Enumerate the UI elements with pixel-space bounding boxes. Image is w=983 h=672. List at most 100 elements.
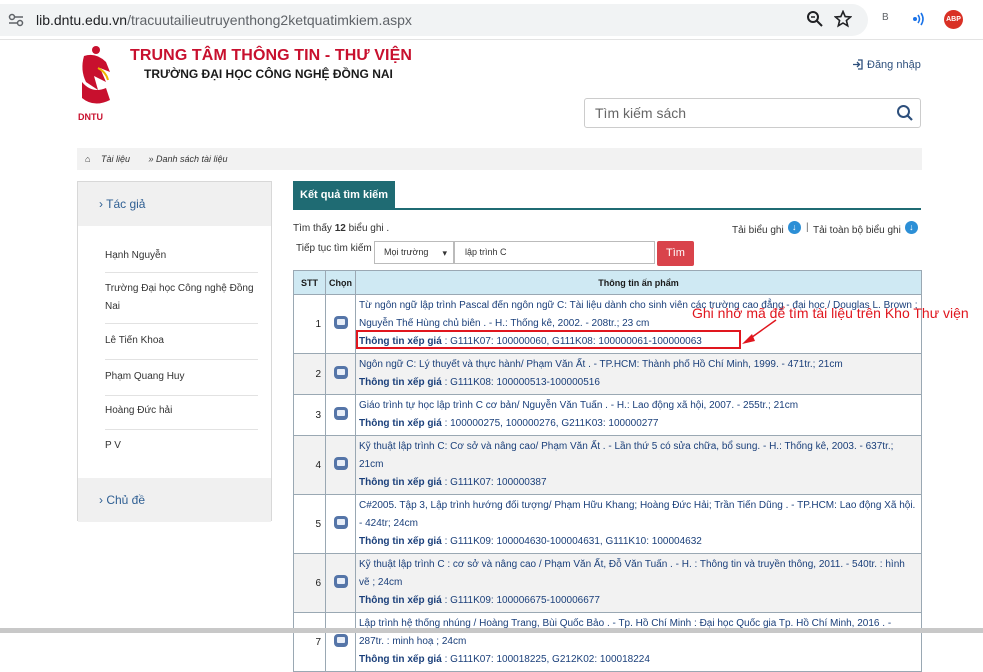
read-aloud-icon[interactable] [912,11,928,27]
row-select-cell [325,394,356,436]
book-select-icon[interactable] [333,575,348,588]
environment-select[interactable]: Mọi trường ▾ [374,241,454,264]
row-number: 7 [293,612,326,672]
book-search-box [584,98,921,128]
table-row: 2 Ngôn ngữ C: Lý thuyết và thực hành/ Ph… [293,353,922,395]
breadcrumb-home[interactable]: ⌂ Tài liệu [85,154,138,164]
shelf-info-value: : G111K09: 100006675-100006677 [444,595,600,606]
breadcrumb-current-label: Danh sách tài liệu [156,154,228,164]
keyword-input[interactable]: lập trình C [454,241,655,264]
publication-info: Lập trình hệ thống nhúng / Hoàng Trang, … [355,612,922,672]
annotation-arrow-icon [742,319,777,344]
publication-link[interactable]: Ngôn ngữ C: Lý thuyết và thực hành/ Phạm… [359,356,918,374]
download-icon[interactable]: ↓ [787,221,801,234]
find-button[interactable]: Tìm [657,241,694,266]
row-select-cell [325,553,356,613]
author-filter-heading[interactable]: › Tác giả [78,182,271,226]
download-all-records-link[interactable]: Tải toàn bộ biểu ghi ↓ [813,221,918,236]
shelf-info-label: Thông tin xếp giá [359,654,442,665]
publication-link[interactable]: C#2005. Tập 3, Lập trình hướng đối tượng… [359,497,918,533]
publication-info: Giáo trình tự học lập trình C cơ bản/ Ng… [355,394,922,436]
horizontal-scrollbar[interactable] [0,628,983,633]
annotation-text: Ghi nhớ mã để tìm tài liệu trên Kho Thư … [692,305,969,321]
book-select-icon[interactable] [333,634,348,647]
row-number: 1 [293,294,326,354]
shelf-info-label: Thông tin xếp giá [359,536,442,547]
zoom-icon[interactable] [806,10,824,28]
row-select-cell [325,353,356,395]
tab-search-results[interactable]: Kết quả tìm kiếm [293,181,396,209]
book-search-input[interactable] [595,105,885,121]
continue-search-label: Tiếp tục tìm kiếm : [296,243,378,254]
table-row: 6 Kỹ thuật lập trình C : cơ sở và nâng c… [293,553,922,613]
bookmark-star-icon[interactable] [834,10,852,28]
column-header-info: Thông tin ấn phẩm [355,270,922,295]
url-host: lib.dntu.edu.vn [36,12,128,28]
breadcrumb: ⌂ Tài liệu » Danh sách tài liệu [77,148,922,170]
publication-link[interactable]: Lập trình hệ thống nhúng / Hoàng Trang, … [359,615,918,651]
book-select-icon[interactable] [333,366,348,379]
book-select-icon[interactable] [333,407,348,420]
row-select-cell [325,612,356,672]
site-subtitle: TRƯỜNG ĐẠI HỌC CÔNG NGHỆ ĐỒNG NAI [144,67,393,81]
login-icon [853,59,863,70]
table-row: 7 Lập trình hệ thống nhúng / Hoàng Trang… [293,612,922,672]
shelf-info-label: Thông tin xếp giá [359,477,442,488]
breadcrumb-home-label: Tài liệu [100,154,130,164]
sidebar-item-author[interactable]: Phạm Quang Huy [105,368,258,396]
row-number: 4 [293,435,326,495]
url-text[interactable]: lib.dntu.edu.vn/tracuutailieutruyenthong… [36,12,412,28]
adblock-plus-icon[interactable]: ABP [944,10,963,29]
sidebar-item-author[interactable]: Hoàng Đức hải [105,402,258,430]
shelf-info-label: Thông tin xếp giá [359,418,442,429]
filter-sidebar: › Tác giả Hạnh Nguyễn Trường Đại học Côn… [77,181,272,522]
sidebar-item-author[interactable]: Lê Tiến Khoa [105,332,258,360]
topic-filter-heading[interactable]: › Chủ đề [78,478,271,522]
home-icon: ⌂ [85,154,91,164]
row-select-cell [325,294,356,354]
book-select-icon[interactable] [333,316,348,329]
extension-b-icon[interactable]: B [882,12,889,23]
browser-toolbar: lib.dntu.edu.vn/tracuutailieutruyenthong… [0,0,983,40]
publication-info: Kỹ thuật lập trình C : cơ sở và nâng cao… [355,553,922,613]
shelf-info: Thông tin xếp giá : G111K08: 100000513-1… [359,374,918,392]
link-separator: | [806,222,809,233]
result-count-prefix: Tìm thấy [293,223,332,234]
publication-link[interactable]: Kỹ thuật lập trình C: Cơ sở và nâng cao/… [359,438,918,474]
svg-text:DNTU: DNTU [78,112,103,122]
download-all-icon[interactable]: ↓ [904,221,918,234]
sidebar-item-author[interactable]: Trường Đại học Công nghệ Đồng Nai [105,280,258,324]
dntu-logo[interactable]: DNTU [76,42,118,124]
shelf-code-highlight-box [356,330,741,349]
download-records-link[interactable]: Tải biểu ghi ↓ [732,221,801,236]
site-settings-icon[interactable] [8,13,24,27]
table-header-row: STT Chọn Thông tin ấn phẩm [293,270,922,295]
table-row: 3 Giáo trình tự học lập trình C cơ bản/ … [293,394,922,436]
sidebar-item-author[interactable]: Hạnh Nguyễn [105,245,258,273]
breadcrumb-current[interactable]: » Danh sách tài liệu [148,154,235,164]
publication-link[interactable]: Giáo trình tự học lập trình C cơ bản/ Ng… [359,397,918,415]
column-header-select: Chọn [325,270,356,295]
column-header-stt: STT [293,270,326,295]
table-row: 5 C#2005. Tập 3, Lập trình hướng đối tượ… [293,494,922,554]
search-icon[interactable] [896,104,914,122]
publication-link[interactable]: Kỹ thuật lập trình C : cơ sở và nâng cao… [359,556,918,592]
row-number: 5 [293,494,326,554]
login-link[interactable]: Đăng nhập [852,59,921,71]
publication-info: Kỹ thuật lập trình C: Cơ sở và nâng cao/… [355,435,922,495]
shelf-info-value: : G111K07: 100000387 [444,477,547,488]
shelf-info: Thông tin xếp giá : G111K07: 100000387 [359,474,918,492]
row-select-cell [325,494,356,554]
shelf-info-label: Thông tin xếp giá [359,377,442,388]
table-row: 4 Kỹ thuật lập trình C: Cơ sở và nâng ca… [293,435,922,495]
shelf-info-value: : G111K08: 100000513-100000516 [444,377,600,388]
book-select-icon[interactable] [333,457,348,470]
download-records-label: Tải biểu ghi [732,225,784,236]
address-bar[interactable]: lib.dntu.edu.vn/tracuutailieutruyenthong… [0,4,868,36]
row-number: 6 [293,553,326,613]
book-select-icon[interactable] [333,516,348,529]
sidebar-item-author[interactable]: P V [105,437,258,459]
shelf-info: Thông tin xếp giá : 100000275, 100000276… [359,415,918,433]
environment-select-value: Mọi trường [384,247,429,257]
shelf-info-value: : 100000275, 100000276, G211K03: 1000002… [444,418,659,429]
